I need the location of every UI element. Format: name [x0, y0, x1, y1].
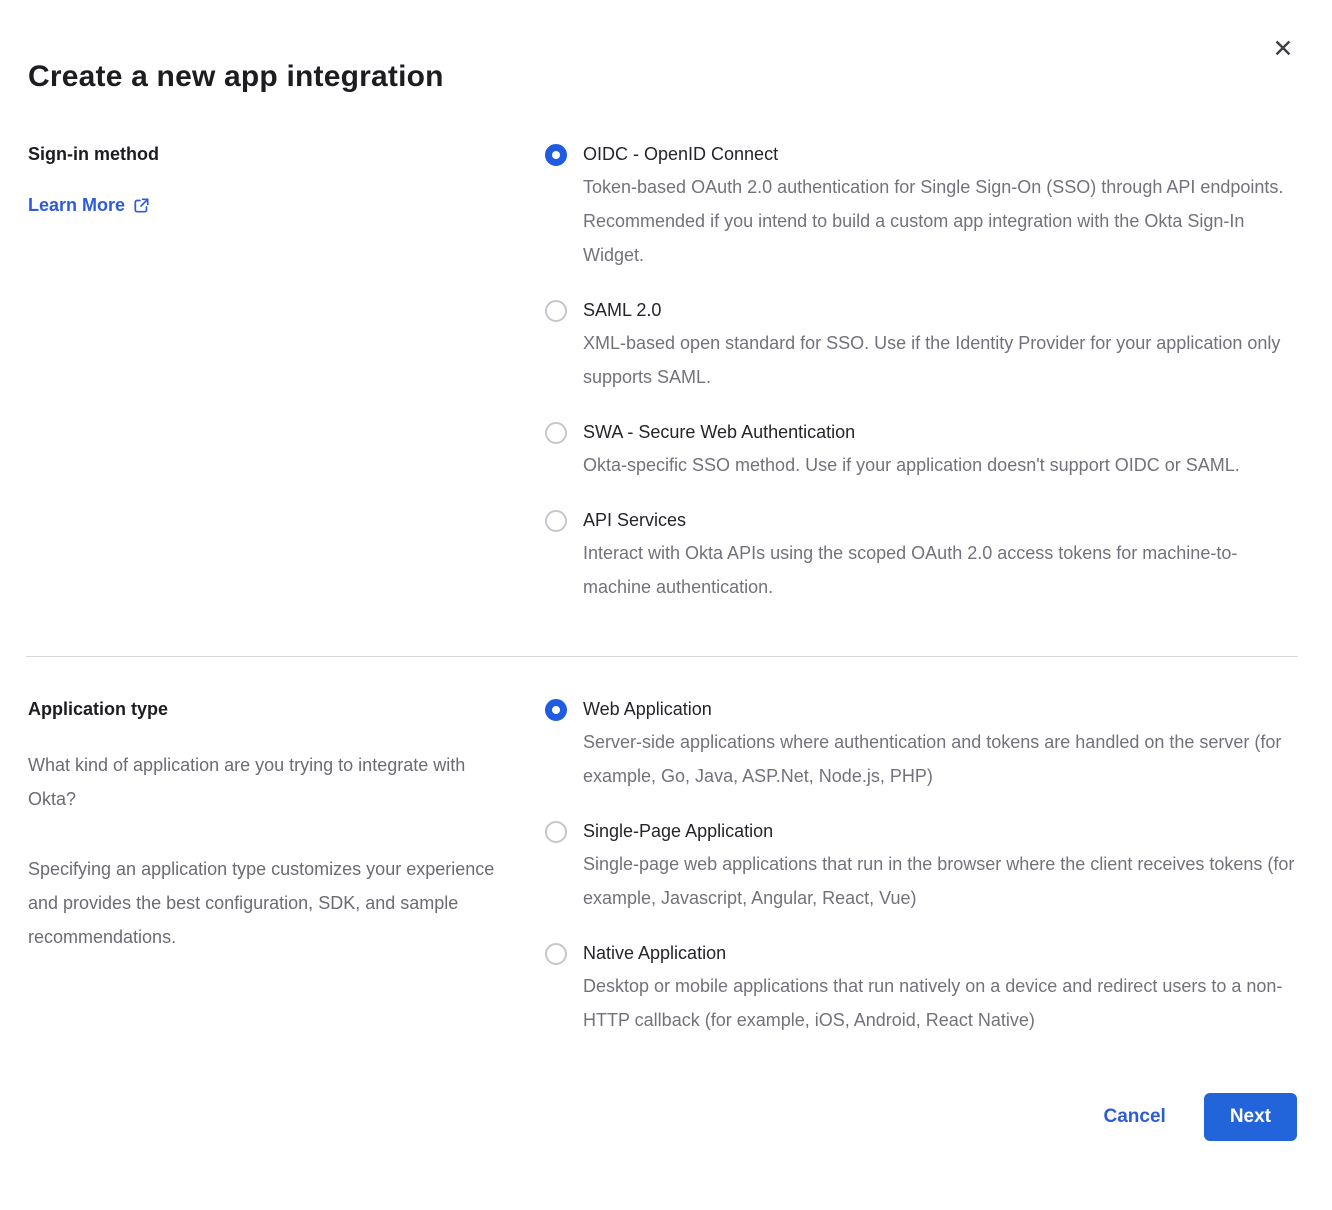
radio-option-description: Server-side applications where authentic… — [583, 725, 1297, 793]
radio-option-web-application[interactable]: Web Application Server-side applications… — [545, 697, 1297, 793]
radio-option-label[interactable]: OIDC - OpenID Connect — [583, 142, 1297, 167]
signin-method-section: Sign-in method Learn More OIDC - OpenID … — [28, 142, 1297, 604]
radio-option-label[interactable]: Native Application — [583, 941, 1297, 966]
application-type-label: Application type — [28, 697, 515, 722]
radio-option-label[interactable]: Web Application — [583, 697, 1297, 722]
radio-unselected-icon[interactable] — [545, 300, 567, 322]
radio-unselected-icon[interactable] — [545, 422, 567, 444]
learn-more-link[interactable]: Learn More — [28, 193, 150, 217]
signin-method-label: Sign-in method — [28, 142, 515, 167]
signin-method-left-column: Sign-in method Learn More — [28, 142, 545, 217]
close-icon[interactable]: ✕ — [1268, 34, 1298, 64]
radio-option-single-page-application[interactable]: Single-Page Application Single-page web … — [545, 819, 1297, 915]
cancel-button[interactable]: Cancel — [1104, 1106, 1166, 1128]
radio-option-label[interactable]: SWA - Secure Web Authentication — [583, 420, 1297, 445]
radio-option-label[interactable]: API Services — [583, 508, 1297, 533]
radio-option-description: Desktop or mobile applications that run … — [583, 969, 1297, 1037]
dialog-footer: Cancel Next — [28, 1093, 1297, 1141]
application-type-detail-text: Specifying an application type customize… — [28, 852, 515, 954]
application-type-intro-text: What kind of application are you trying … — [28, 748, 515, 816]
application-type-left-column: Application type What kind of applicatio… — [28, 697, 545, 954]
radio-option-description: Single-page web applications that run in… — [583, 847, 1297, 915]
radio-unselected-icon[interactable] — [545, 821, 567, 843]
signin-method-options: OIDC - OpenID Connect Token-based OAuth … — [545, 142, 1297, 604]
section-divider — [26, 656, 1298, 657]
external-link-icon — [133, 197, 150, 214]
application-type-options: Web Application Server-side applications… — [545, 697, 1297, 1037]
radio-option-label[interactable]: SAML 2.0 — [583, 298, 1297, 323]
radio-selected-icon[interactable] — [545, 144, 567, 166]
radio-option-label[interactable]: Single-Page Application — [583, 819, 1297, 844]
radio-selected-icon[interactable] — [545, 699, 567, 721]
next-button[interactable]: Next — [1204, 1093, 1297, 1141]
radio-option-api-services[interactable]: API Services Interact with Okta APIs usi… — [545, 508, 1297, 604]
create-app-integration-dialog: ✕ Create a new app integration Sign-in m… — [0, 0, 1332, 1210]
learn-more-label: Learn More — [28, 193, 125, 217]
radio-option-saml[interactable]: SAML 2.0 XML-based open standard for SSO… — [545, 298, 1297, 394]
radio-unselected-icon[interactable] — [545, 510, 567, 532]
radio-option-swa[interactable]: SWA - Secure Web Authentication Okta-spe… — [545, 420, 1297, 482]
radio-option-native-application[interactable]: Native Application Desktop or mobile app… — [545, 941, 1297, 1037]
radio-option-description: Okta-specific SSO method. Use if your ap… — [583, 448, 1297, 482]
application-type-section: Application type What kind of applicatio… — [28, 697, 1297, 1037]
page-title: Create a new app integration — [28, 58, 1297, 96]
radio-option-description: Token-based OAuth 2.0 authentication for… — [583, 170, 1297, 272]
radio-option-description: Interact with Okta APIs using the scoped… — [583, 536, 1297, 604]
radio-unselected-icon[interactable] — [545, 943, 567, 965]
radio-option-description: XML-based open standard for SSO. Use if … — [583, 326, 1297, 394]
radio-option-oidc[interactable]: OIDC - OpenID Connect Token-based OAuth … — [545, 142, 1297, 272]
